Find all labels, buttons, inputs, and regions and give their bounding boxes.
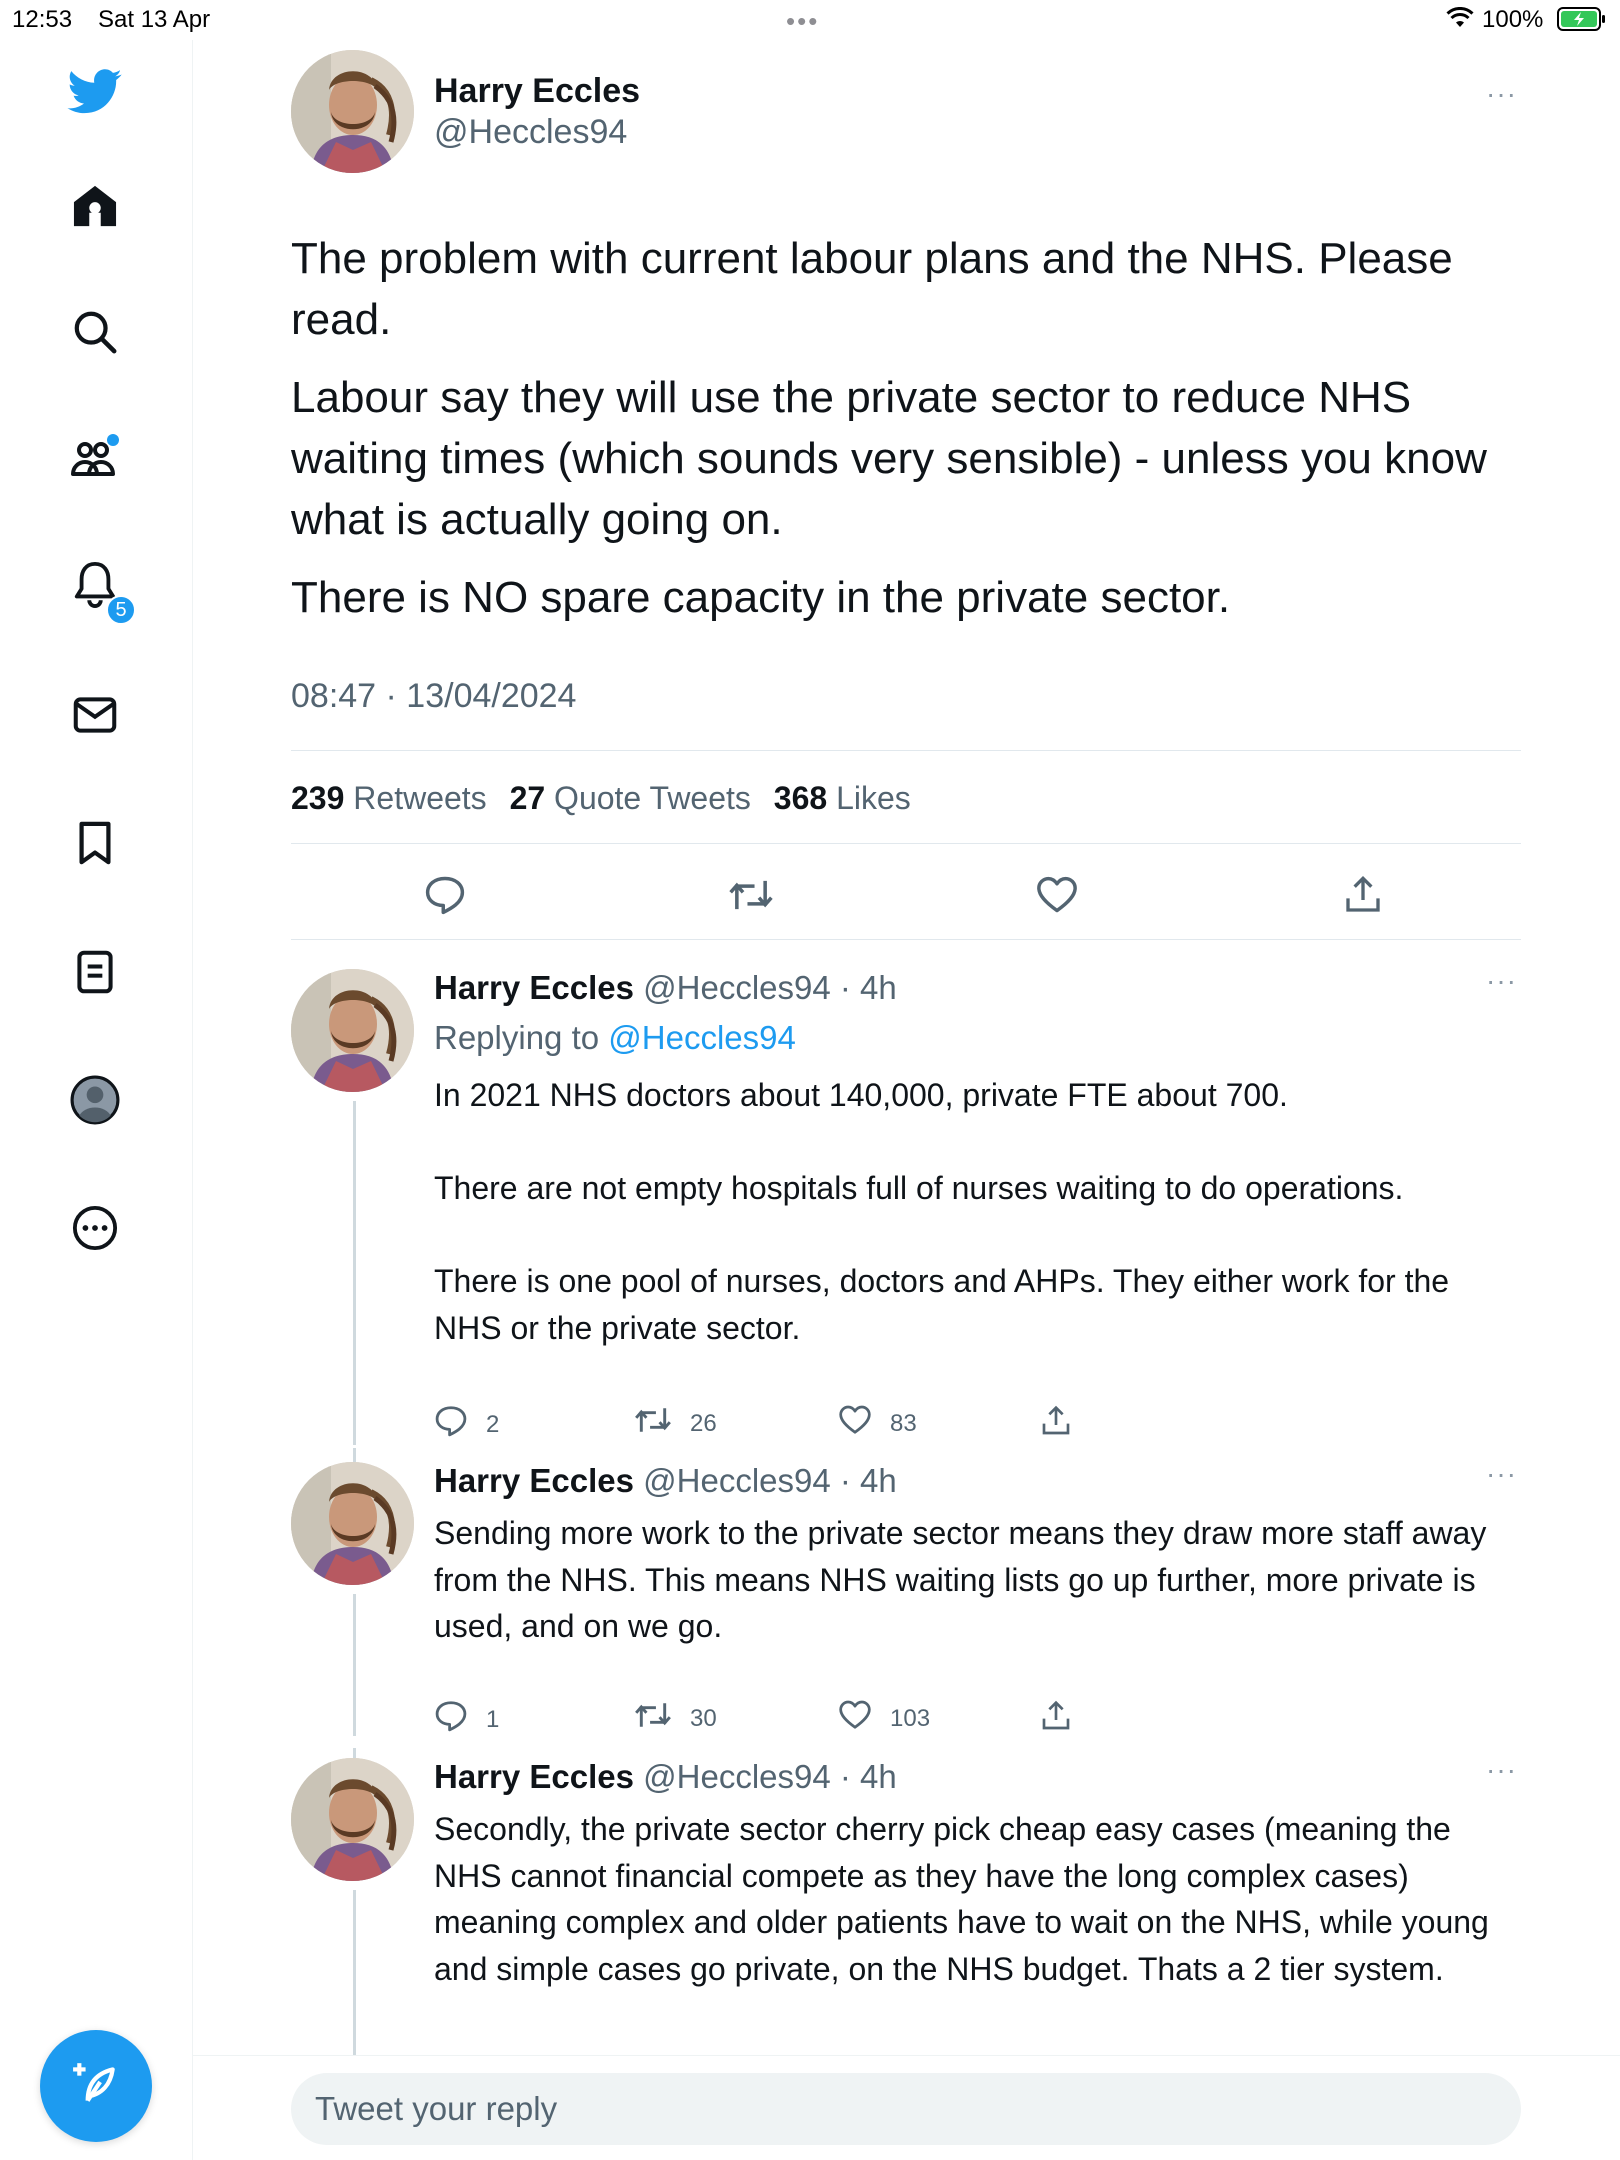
reply-button[interactable]: 1 <box>434 1700 499 1739</box>
reply-tweet[interactable]: Harry Eccles @Heccles94 · 4h ··· Replyin… <box>291 965 1521 1461</box>
quotes-label[interactable]: Quote Tweets <box>554 780 751 816</box>
twitter-logo-icon[interactable] <box>65 62 125 122</box>
author-handle[interactable]: @Heccles94 <box>434 113 627 152</box>
reply-text: Secondly, the private sector cherry pick… <box>434 1811 1489 1987</box>
compose-tweet-button[interactable] <box>40 2030 152 2142</box>
compose-tweet-icon <box>71 2059 121 2114</box>
replying-to: Replying to @Heccles94 <box>434 1019 796 1057</box>
wifi-icon <box>1446 6 1474 36</box>
tweet-timestamp[interactable]: 08:47 · 13/04/2024 <box>291 677 576 716</box>
profile-icon[interactable] <box>65 1070 125 1130</box>
like-icon[interactable] <box>1032 870 1082 920</box>
lists-icon[interactable] <box>65 942 125 1002</box>
reply-button[interactable]: 2 <box>434 1405 499 1444</box>
share-button[interactable] <box>1040 1405 1072 1444</box>
like-icon <box>838 1405 872 1442</box>
reply-tweet[interactable]: Harry Eccles @Heccles94 · 4h ··· Sending… <box>291 1448 1521 1752</box>
reply-actions: 2 26 83 <box>434 1405 1134 1445</box>
tweet-actions <box>291 870 1521 940</box>
reply-icon[interactable] <box>420 870 470 920</box>
author-handle-time[interactable]: @Heccles94 · 4h <box>643 969 897 1006</box>
tweet-text: The problem with current labour plans an… <box>291 228 1521 645</box>
share-button[interactable] <box>1040 1700 1072 1739</box>
thread-line <box>353 1594 356 1736</box>
reply-count: 2 <box>486 1410 500 1438</box>
avatar[interactable] <box>291 969 414 1092</box>
reply-input[interactable] <box>291 2073 1521 2145</box>
thread-line <box>353 1448 356 1462</box>
share-icon <box>1040 1700 1072 1739</box>
reply-actions: 1 30 103 <box>434 1700 1134 1740</box>
battery-percent: 100% <box>1482 6 1544 33</box>
share-icon[interactable] <box>1338 870 1388 920</box>
retweets-label[interactable]: Retweets <box>353 780 486 816</box>
replying-to-label: Replying to <box>434 1019 609 1056</box>
communities-icon[interactable] <box>65 428 125 488</box>
like-icon <box>838 1700 872 1737</box>
divider <box>291 939 1521 940</box>
like-count: 83 <box>890 1409 917 1437</box>
retweet-button[interactable]: 26 <box>634 1405 717 1442</box>
avatar[interactable] <box>291 50 414 173</box>
reply-more-icon[interactable]: ··· <box>1486 965 1517 997</box>
bookmarks-icon[interactable] <box>65 813 125 873</box>
thread-line <box>353 1748 356 1758</box>
divider <box>291 843 1521 844</box>
status-bar: 12:53 Sat 13 Apr ••• 100% <box>0 0 1620 40</box>
search-icon[interactable] <box>65 302 125 362</box>
thread-line <box>353 1101 356 1445</box>
quote-count[interactable]: 27 <box>510 780 546 816</box>
author-handle-time[interactable]: @Heccles94 · 4h <box>643 1758 897 1795</box>
author-name[interactable]: Harry Eccles <box>434 1462 634 1499</box>
messages-icon[interactable] <box>65 685 125 745</box>
author-name[interactable]: Harry Eccles <box>434 72 640 111</box>
author-name[interactable]: Harry Eccles <box>434 1758 634 1795</box>
reply-more-icon[interactable]: ··· <box>1486 1754 1517 1786</box>
like-count: 103 <box>890 1704 931 1732</box>
reply-count: 1 <box>486 1705 500 1733</box>
reply-icon <box>434 1700 468 1739</box>
more-icon[interactable] <box>65 1198 125 1258</box>
reply-tweet[interactable]: Harry Eccles @Heccles94 · 4h ··· Secondl… <box>291 1748 1521 2095</box>
status-time: 12:53 <box>12 6 73 33</box>
retweet-count: 26 <box>690 1409 717 1437</box>
reply-text: Sending more work to the private sector … <box>434 1515 1487 1644</box>
share-icon <box>1040 1405 1072 1444</box>
retweet-icon <box>634 1700 672 1737</box>
reply-header: Harry Eccles @Heccles94 · 4h <box>434 969 897 1007</box>
tweet-stats: 239 Retweets 27 Quote Tweets 368 Likes <box>291 780 925 817</box>
reply-header: Harry Eccles @Heccles94 · 4h <box>434 1758 897 1796</box>
avatar[interactable] <box>291 1758 414 1881</box>
home-icon[interactable] <box>65 176 125 236</box>
status-date: Sat 13 Apr <box>98 6 211 33</box>
notifications-badge: 5 <box>106 595 136 625</box>
tweet-paragraph: Labour say they will use the private sec… <box>291 373 1487 544</box>
retweet-count: 30 <box>690 1704 717 1732</box>
retweet-icon <box>634 1405 672 1442</box>
author-name[interactable]: Harry Eccles <box>434 969 634 1006</box>
replying-to-link[interactable]: @Heccles94 <box>608 1019 796 1056</box>
tweet-paragraph: The problem with current labour plans an… <box>291 234 1453 344</box>
reply-composer <box>193 2055 1620 2160</box>
author-handle-time[interactable]: @Heccles94 · 4h <box>643 1462 897 1499</box>
like-count[interactable]: 368 <box>774 780 827 816</box>
retweet-button[interactable]: 30 <box>634 1700 717 1737</box>
reply-icon <box>434 1405 468 1444</box>
likes-label[interactable]: Likes <box>836 780 911 816</box>
avatar[interactable] <box>291 1462 414 1585</box>
divider <box>291 750 1521 751</box>
reply-more-icon[interactable]: ··· <box>1486 1458 1517 1490</box>
retweet-icon[interactable] <box>726 870 776 920</box>
reply-text: In 2021 NHS doctors about 140,000, priva… <box>434 1077 1450 1346</box>
battery-icon <box>1557 7 1607 38</box>
retweet-count[interactable]: 239 <box>291 780 344 816</box>
sidebar-nav: 5 <box>0 40 193 2160</box>
like-button[interactable]: 83 <box>838 1405 917 1442</box>
multitasking-dots-icon[interactable]: ••• <box>786 6 819 37</box>
reply-header: Harry Eccles @Heccles94 · 4h <box>434 1462 897 1500</box>
like-button[interactable]: 103 <box>838 1700 930 1737</box>
tweet-paragraph: There is NO spare capacity in the privat… <box>291 573 1231 622</box>
tweet-more-icon[interactable]: ··· <box>1486 78 1517 110</box>
